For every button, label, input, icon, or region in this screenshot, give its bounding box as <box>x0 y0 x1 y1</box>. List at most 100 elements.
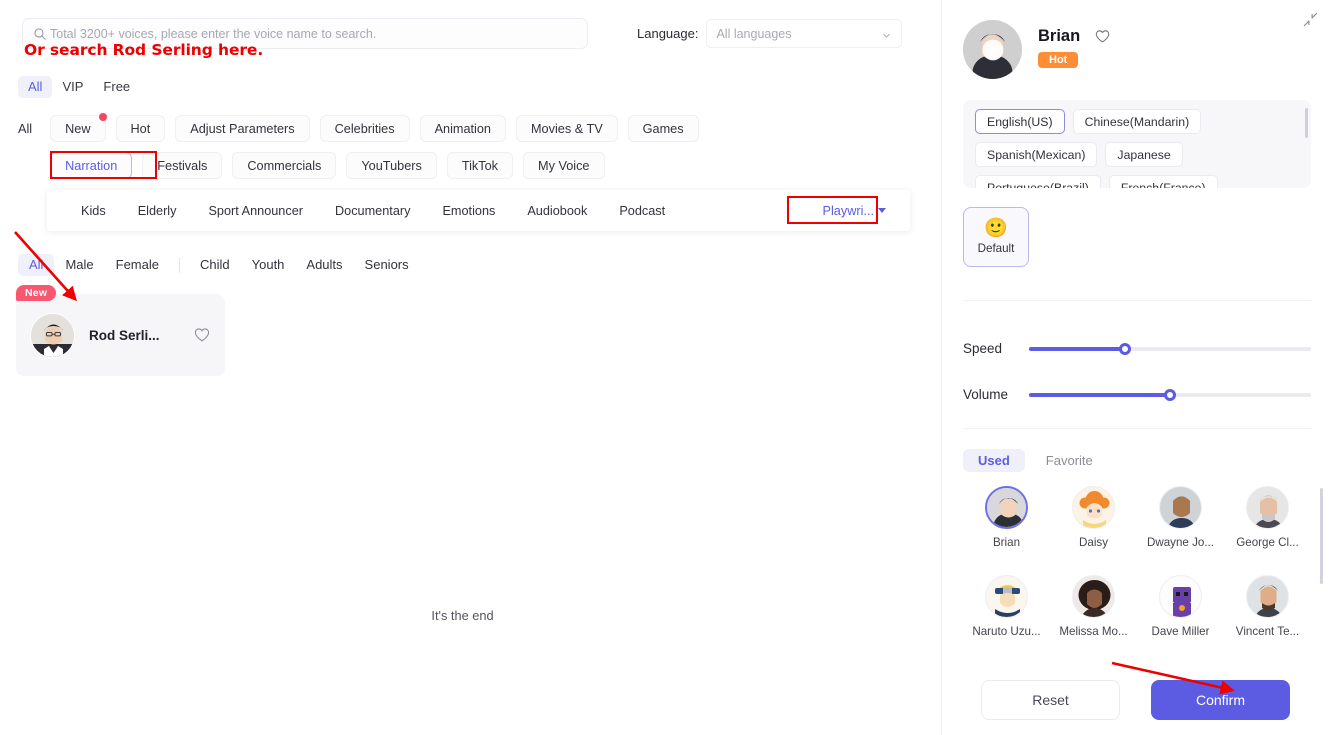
category-chip-new[interactable]: New <box>50 113 107 142</box>
voice-detail-pane: Brian Hot English(US) Chinese(Mandarin) … <box>941 0 1330 735</box>
volume-slider-thumb[interactable] <box>1164 388 1176 401</box>
language-chip-french-france[interactable]: French(France) <box>1108 175 1218 188</box>
library-voice-naruto-uzumaki[interactable]: Naruto Uzu... <box>963 574 1050 652</box>
gender-filter-female[interactable]: Female <box>105 254 170 276</box>
volume-slider-row: Volume <box>963 387 1311 402</box>
language-chip-portuguese-brazil[interactable]: Portuguese(Brazil) <box>975 175 1101 188</box>
detail-header: Brian Hot <box>963 20 1111 79</box>
gender-filter-male[interactable]: Male <box>54 254 104 276</box>
subcategory-sport-announcer[interactable]: Sport Announcer <box>192 204 319 218</box>
category-chip-label: New <box>65 121 91 136</box>
hot-badge: Hot <box>1038 52 1079 68</box>
age-filter-adults[interactable]: Adults <box>295 254 353 276</box>
subcategory-audiobook[interactable]: Audiobook <box>511 204 603 218</box>
avatar <box>30 312 75 358</box>
category-chip-tiktok[interactable]: TikTok <box>446 152 514 179</box>
category-chip-youtubers[interactable]: YouTubers <box>346 152 437 179</box>
volume-slider-fill <box>1029 392 1170 397</box>
tab-used[interactable]: Used <box>963 449 1025 472</box>
search-icon <box>33 27 47 41</box>
caret-down-icon <box>878 208 886 213</box>
language-list-scrollbar[interactable] <box>1305 108 1308 138</box>
library-voice-george-clooney[interactable]: George Cl... <box>1224 486 1311 563</box>
category-chip-celebrities[interactable]: Celebrities <box>319 115 410 142</box>
library-voice-name: Daisy <box>1079 536 1108 549</box>
library-grid-scrollbar[interactable] <box>1320 488 1323 584</box>
section-divider <box>963 300 1311 301</box>
language-chip-english-us[interactable]: English(US) <box>975 109 1065 134</box>
tier-tabs: All VIP Free <box>18 76 140 98</box>
voice-result-card[interactable]: New Rod Serli... <box>16 285 225 376</box>
subcategory-emotions[interactable]: Emotions <box>426 204 511 218</box>
new-indicator-dot <box>98 113 107 121</box>
tier-tab-vip[interactable]: VIP <box>52 76 93 98</box>
tier-tab-all[interactable]: All <box>18 76 53 98</box>
language-select[interactable]: All languages <box>706 19 903 48</box>
confirm-button[interactable]: Confirm <box>1151 680 1290 720</box>
play-icon <box>982 39 1004 61</box>
subcategory-more-dropdown[interactable]: Playwri... <box>817 201 892 221</box>
library-voice-melissa-mccarthy[interactable]: Melissa Mo... <box>1050 574 1137 652</box>
emotion-option-default[interactable]: 🙂 Default <box>963 207 1029 267</box>
category-chip-games[interactable]: Games <box>627 115 699 142</box>
gender-filter-all[interactable]: All <box>18 254 55 276</box>
library-voice-name: Dave Miller <box>1151 624 1210 638</box>
subcategory-kids[interactable]: Kids <box>65 204 122 218</box>
detail-footer: Reset Confirm <box>942 663 1330 735</box>
heart-icon[interactable] <box>1094 28 1111 45</box>
tier-tab-free[interactable]: Free <box>93 76 140 98</box>
category-chip-commercials[interactable]: Commercials <box>232 152 337 179</box>
speed-slider-fill <box>1029 346 1125 351</box>
library-voice-dave-miller[interactable]: Dave Miller <box>1137 574 1224 652</box>
chevron-down-icon <box>881 28 892 39</box>
avatar <box>1159 486 1202 529</box>
category-row-primary: All New Hot Adjust Parameters Celebritie… <box>18 113 699 142</box>
age-filter-youth[interactable]: Youth <box>241 254 296 276</box>
speed-slider[interactable] <box>1029 342 1311 355</box>
speed-slider-thumb[interactable] <box>1118 342 1131 355</box>
subcategory-elderly[interactable]: Elderly <box>122 204 193 218</box>
volume-slider[interactable] <box>1029 388 1311 401</box>
library-voice-name: Naruto Uzu... <box>972 624 1041 638</box>
library-voice-brian[interactable]: Brian <box>963 486 1050 563</box>
new-badge: New <box>16 285 57 301</box>
language-chip-list: English(US) Chinese(Mandarin) Spanish(Me… <box>963 100 1311 188</box>
language-chip-spanish-mexican[interactable]: Spanish(Mexican) <box>975 142 1098 167</box>
category-chip-hot[interactable]: Hot <box>115 115 166 142</box>
heart-icon[interactable] <box>193 326 211 344</box>
search-input[interactable] <box>50 26 577 41</box>
library-voice-name: Melissa Mo... <box>1059 624 1128 638</box>
tab-favorite[interactable]: Favorite <box>1031 449 1108 472</box>
library-voice-vincent-tesla[interactable]: Vincent Te... <box>1224 574 1311 652</box>
filter-divider <box>179 257 180 273</box>
avatar <box>1246 486 1289 529</box>
language-chip-japanese[interactable]: Japanese <box>1105 142 1183 167</box>
speed-slider-row: Speed <box>963 341 1311 356</box>
library-voice-daisy[interactable]: Daisy <box>1050 486 1137 563</box>
category-chip-adjust-parameters[interactable]: Adjust Parameters <box>175 115 310 142</box>
subcategory-bar: Kids Elderly Sport Announcer Documentary… <box>47 190 910 231</box>
detail-voice-name: Brian <box>1038 27 1081 45</box>
detail-meta: Brian Hot <box>1038 20 1111 68</box>
reset-button[interactable]: Reset <box>981 680 1120 720</box>
age-filter-seniors[interactable]: Seniors <box>354 254 420 276</box>
collapse-icon[interactable] <box>1302 11 1319 28</box>
category-chip-my-voice[interactable]: My Voice <box>523 152 605 179</box>
language-select-value: All languages <box>716 26 792 41</box>
library-tabs: Used Favorite <box>963 449 1108 472</box>
avatar <box>985 486 1028 529</box>
category-chip-movies-tv[interactable]: Movies & TV <box>515 115 618 142</box>
subcategory-podcast[interactable]: Podcast <box>603 204 681 218</box>
subcategory-documentary[interactable]: Documentary <box>319 204 426 218</box>
language-chip-chinese-mandarin[interactable]: Chinese(Mandarin) <box>1072 109 1202 134</box>
detail-avatar[interactable] <box>963 20 1022 79</box>
voice-selector-app: Language: All languages Or search Rod Se… <box>0 0 1330 735</box>
category-chip-animation[interactable]: Animation <box>419 115 506 142</box>
library-voice-dwayne-johnson[interactable]: Dwayne Jo... <box>1137 486 1224 563</box>
category-chip-festivals[interactable]: Festivals <box>142 152 223 179</box>
voice-browser-pane: Language: All languages Or search Rod Se… <box>0 0 941 735</box>
category-all-link[interactable]: All <box>18 122 40 136</box>
library-voice-name: Brian <box>992 536 1021 549</box>
category-chip-narration[interactable]: Narration <box>50 152 133 179</box>
age-filter-child[interactable]: Child <box>189 254 241 276</box>
